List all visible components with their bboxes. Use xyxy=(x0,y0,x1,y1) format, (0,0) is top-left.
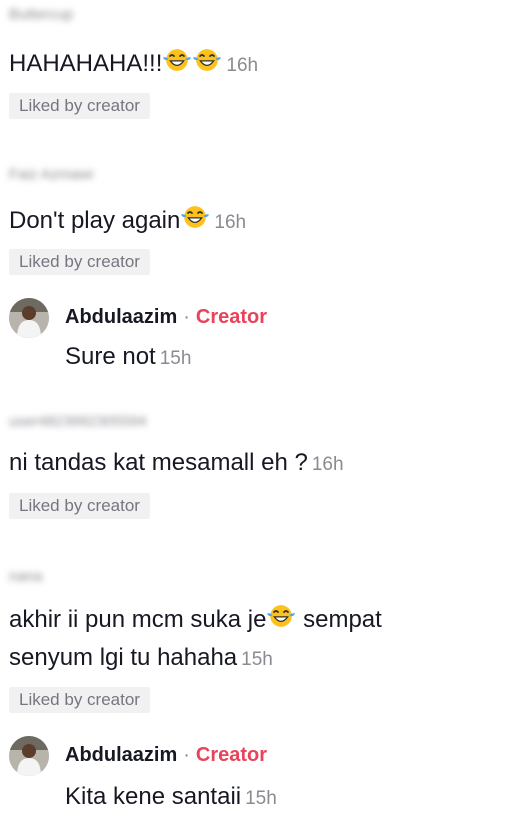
comment-text-body: Don't play again xyxy=(9,207,181,234)
reply-text: Kita kene santaii 15h xyxy=(65,783,277,811)
comment-text: ni tandas kat mesamall eh ? 16h xyxy=(9,446,344,482)
reply-time: 15h xyxy=(159,348,192,369)
reply-author[interactable]: Abdulaazim · Creator xyxy=(65,744,267,767)
comment-username[interactable]: nana xyxy=(9,568,42,585)
liked-by-creator-badge: Liked by creator xyxy=(9,93,150,119)
comment-time: 16h xyxy=(311,454,344,475)
comment-username[interactable]: Faiz Azmawi xyxy=(9,166,93,183)
reply-text-body: Kita kene santaii xyxy=(65,783,242,810)
avatar[interactable] xyxy=(9,298,49,338)
comment-time: 16h xyxy=(214,212,247,233)
reply-author-name[interactable]: Abdulaazim xyxy=(65,744,177,766)
comment-text-line2: senyum lgi tu hahaha 15h xyxy=(9,641,273,677)
avatar[interactable] xyxy=(9,736,49,776)
comment-text-body: akhir ii pun mcm suka je xyxy=(9,606,267,633)
separator-dot: · xyxy=(183,306,190,328)
face-with-tears-of-joy-icon xyxy=(266,602,296,630)
reply-author[interactable]: Abdulaazim · Creator xyxy=(65,306,267,329)
reply-author-name[interactable]: Abdulaazim xyxy=(65,306,177,328)
creator-avatar-image xyxy=(9,736,49,776)
comment-text-body: ni tandas kat mesamall eh ? xyxy=(9,449,308,476)
separator-dot: · xyxy=(183,744,190,766)
comment-text-body-continued: sempat xyxy=(296,606,382,633)
comment-text-body-line2: senyum lgi tu hahaha xyxy=(9,644,238,671)
creator-avatar-image xyxy=(9,298,49,338)
reply-time: 15h xyxy=(245,788,277,809)
liked-by-creator-badge: Liked by creator xyxy=(9,687,150,713)
comment-text-body: HAHAHAHA!!! xyxy=(9,50,163,77)
comment-username[interactable]: user4823992305594 xyxy=(9,413,147,430)
face-with-tears-of-joy-icon xyxy=(162,46,192,74)
face-with-tears-of-joy-icon xyxy=(180,203,210,231)
reply-text: Sure not 15h xyxy=(65,343,191,371)
comment-username[interactable]: Buttercup xyxy=(9,6,73,23)
comment-text: Don't play again 16h xyxy=(9,203,246,240)
comment-time: 15h xyxy=(241,649,273,670)
comment-text: HAHAHAHA!!! 16h xyxy=(9,46,258,83)
comment-time: 16h xyxy=(226,55,259,76)
creator-label: Creator xyxy=(195,744,268,766)
liked-by-creator-badge: Liked by creator xyxy=(9,249,150,275)
reply-text-body: Sure not xyxy=(65,343,156,370)
face-with-tears-of-joy-icon xyxy=(192,46,222,74)
comment-text: akhir ii pun mcm suka je sempat xyxy=(9,602,382,637)
liked-by-creator-badge: Liked by creator xyxy=(9,493,150,519)
creator-label: Creator xyxy=(195,306,268,328)
